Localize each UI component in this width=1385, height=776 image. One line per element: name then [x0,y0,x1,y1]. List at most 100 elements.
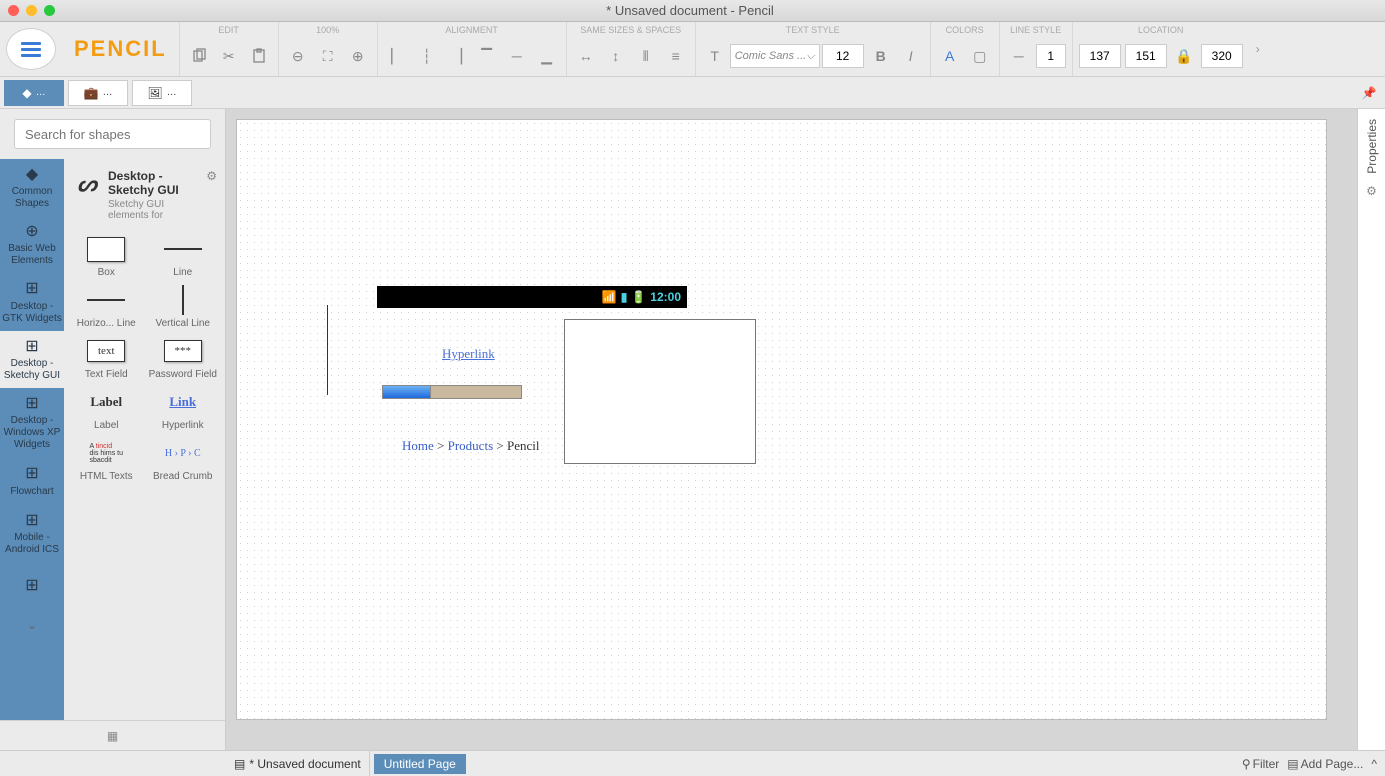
window-controls [8,5,55,16]
canvas-progressbar[interactable] [382,385,522,399]
category-label: Mobile - Android ICS [2,532,62,556]
category-flowchart[interactable]: ⊞Flowchart [0,457,64,505]
align-right-button[interactable]: ▕ [442,41,472,71]
bold-button[interactable]: B [866,41,896,71]
top-toolbar: PENCIL EDIT ✂ 100% ⊖ ⛶ ⊕ ALIGNMENT ▏ ┆ ▕ [0,22,1385,77]
line-style-button[interactable]: ─ [1004,41,1034,71]
panel-tab-images[interactable]: 🖼… [132,80,192,106]
group-label: TEXT STYLE [700,22,926,36]
align-top-button[interactable]: ▔ [472,41,502,71]
shape-label[interactable]: LabelLabel [70,388,143,431]
zoom-out-button[interactable]: ⊖ [283,41,313,71]
toolbar-groups: EDIT ✂ 100% ⊖ ⛶ ⊕ ALIGNMENT ▏ ┆ ▕ ▔ ─ [179,22,1385,76]
align-center-h-button[interactable]: ┆ [412,41,442,71]
shape-line[interactable]: Line [147,235,220,278]
canvas-rectangle[interactable] [564,319,756,464]
shape-vertical-line[interactable]: Vertical Line [147,286,220,329]
wifi-icon: 📶 [602,290,617,304]
main-menu-button[interactable] [6,28,56,70]
shape-password-field[interactable]: ***Password Field [147,337,220,380]
group-label: LOCATION [1077,22,1245,36]
pin-panel-button[interactable]: 📌 [1357,81,1381,105]
toolbar-group-alignment: ALIGNMENT ▏ ┆ ▕ ▔ ─ ▁ [377,22,566,76]
sliders-icon[interactable]: ⚙ [1366,184,1377,198]
collection-settings-button[interactable]: ⚙ [206,169,217,221]
add-page-button[interactable]: ▤Add Page... [1287,757,1363,771]
panel-tab-shapes[interactable]: ◆… [4,80,64,106]
grid-icon: ⊞ [25,576,38,595]
crumb-home[interactable]: Home [402,438,434,453]
bottom-bar: ▤ * Unsaved document Untitled Page ⚲Filt… [0,750,1385,776]
grid-icon: ⊞ [25,279,38,298]
shape-text-field[interactable]: textText Field [70,337,143,380]
cut-button[interactable]: ✂ [214,41,244,71]
align-left-button[interactable]: ▏ [382,41,412,71]
shape-horizontal-line[interactable]: Horizo... Line [70,286,143,329]
same-width-button[interactable]: ↔ [571,41,601,71]
category-more-hidden[interactable]: ⊞ [0,562,64,610]
main-area: ◆Common Shapes ⊕Basic Web Elements ⊞Desk… [0,109,1385,750]
font-size-input[interactable] [822,44,864,68]
category-more-button[interactable]: ⌄ [0,610,64,640]
category-common-shapes[interactable]: ◆Common Shapes [0,159,64,216]
filter-button[interactable]: ⚲Filter [1242,757,1279,771]
canvas-breadcrumb[interactable]: Home > Products > Pencil [402,438,539,454]
shape-html-texts[interactable]: A tinciddis hims tusbacditHTML Texts [70,439,143,482]
distribute-v-button[interactable]: ≡ [661,41,691,71]
canvas-vertical-line[interactable] [327,305,328,395]
toolbar-group-line-style: LINE STYLE ─ [999,22,1072,76]
grid-icon: ⊞ [25,464,38,483]
paste-button[interactable] [244,41,274,71]
shape-box[interactable]: Box [70,235,143,278]
copy-button[interactable] [184,41,214,71]
panel-tab-clipart[interactable]: 💼… [68,80,128,106]
close-window-button[interactable] [8,5,19,16]
group-label: COLORS [935,22,995,36]
lock-button[interactable]: 🔒 [1169,41,1199,71]
category-windows-xp[interactable]: ⊞Desktop - Windows XP Widgets [0,388,64,457]
same-height-button[interactable]: ↕ [601,41,631,71]
font-family-select[interactable]: Comic Sans ...⌵ [730,44,820,68]
canvas-hyperlink[interactable]: Hyperlink [442,346,495,362]
toolbar-more-button[interactable]: › [1249,22,1267,76]
italic-button[interactable]: I [896,41,926,71]
location-x-input[interactable] [1079,44,1121,68]
minimize-window-button[interactable] [26,5,37,16]
zoom-fit-button[interactable]: ⛶ [313,41,343,71]
dots-icon: … [36,87,46,98]
align-bottom-button[interactable]: ▁ [532,41,562,71]
group-label: SAME SIZES & SPACES [571,22,691,36]
category-basic-web[interactable]: ⊕Basic Web Elements [0,216,64,273]
align-center-v-button[interactable]: ─ [502,41,532,71]
shapes-column: ᔕ Desktop - Sketchy GUI Sketchy GUI elem… [64,159,225,720]
pages-expand-button[interactable]: ^ [1371,757,1377,771]
shape-hyperlink[interactable]: LinkHyperlink [147,388,220,431]
category-sketchy[interactable]: ⊞Desktop - Sketchy GUI [0,331,64,388]
maximize-window-button[interactable] [44,5,55,16]
canvas-android-statusbar[interactable]: 📶 ▮ 🔋 12:00 [377,286,687,308]
canvas-area[interactable]: 📶 ▮ 🔋 12:00 Hyperlink Home > Products > … [226,109,1357,750]
text-tool-button[interactable]: T [700,41,730,71]
location-w-input[interactable] [1201,44,1243,68]
line-width-input[interactable] [1036,44,1066,68]
distribute-h-button[interactable]: ⫴ [631,41,661,71]
category-label: Basic Web Elements [2,243,62,267]
search-input[interactable] [14,119,211,149]
grid-view-icon[interactable]: ▦ [107,729,118,743]
crumb-products[interactable]: Products [448,438,494,453]
properties-panel-label[interactable]: Properties [1365,119,1379,174]
toolbar-group-colors: COLORS A ▢ [930,22,999,76]
text-color-button[interactable]: A [935,41,965,71]
canvas-page[interactable]: 📶 ▮ 🔋 12:00 Hyperlink Home > Products > … [236,119,1327,720]
category-column: ◆Common Shapes ⊕Basic Web Elements ⊞Desk… [0,159,64,720]
category-android[interactable]: ⊞Mobile - Android ICS [0,505,64,562]
shape-breadcrumb[interactable]: H › P › CBread Crumb [147,439,220,482]
zoom-in-button[interactable]: ⊕ [343,41,373,71]
document-indicator[interactable]: ▤ * Unsaved document [226,751,370,776]
location-y-input[interactable] [1125,44,1167,68]
toolbar-group-zoom: 100% ⊖ ⛶ ⊕ [278,22,377,76]
hamburger-icon [21,42,41,57]
page-tab[interactable]: Untitled Page [374,754,466,774]
fill-color-button[interactable]: ▢ [965,41,995,71]
category-gtk[interactable]: ⊞Desktop - GTK Widgets [0,273,64,330]
